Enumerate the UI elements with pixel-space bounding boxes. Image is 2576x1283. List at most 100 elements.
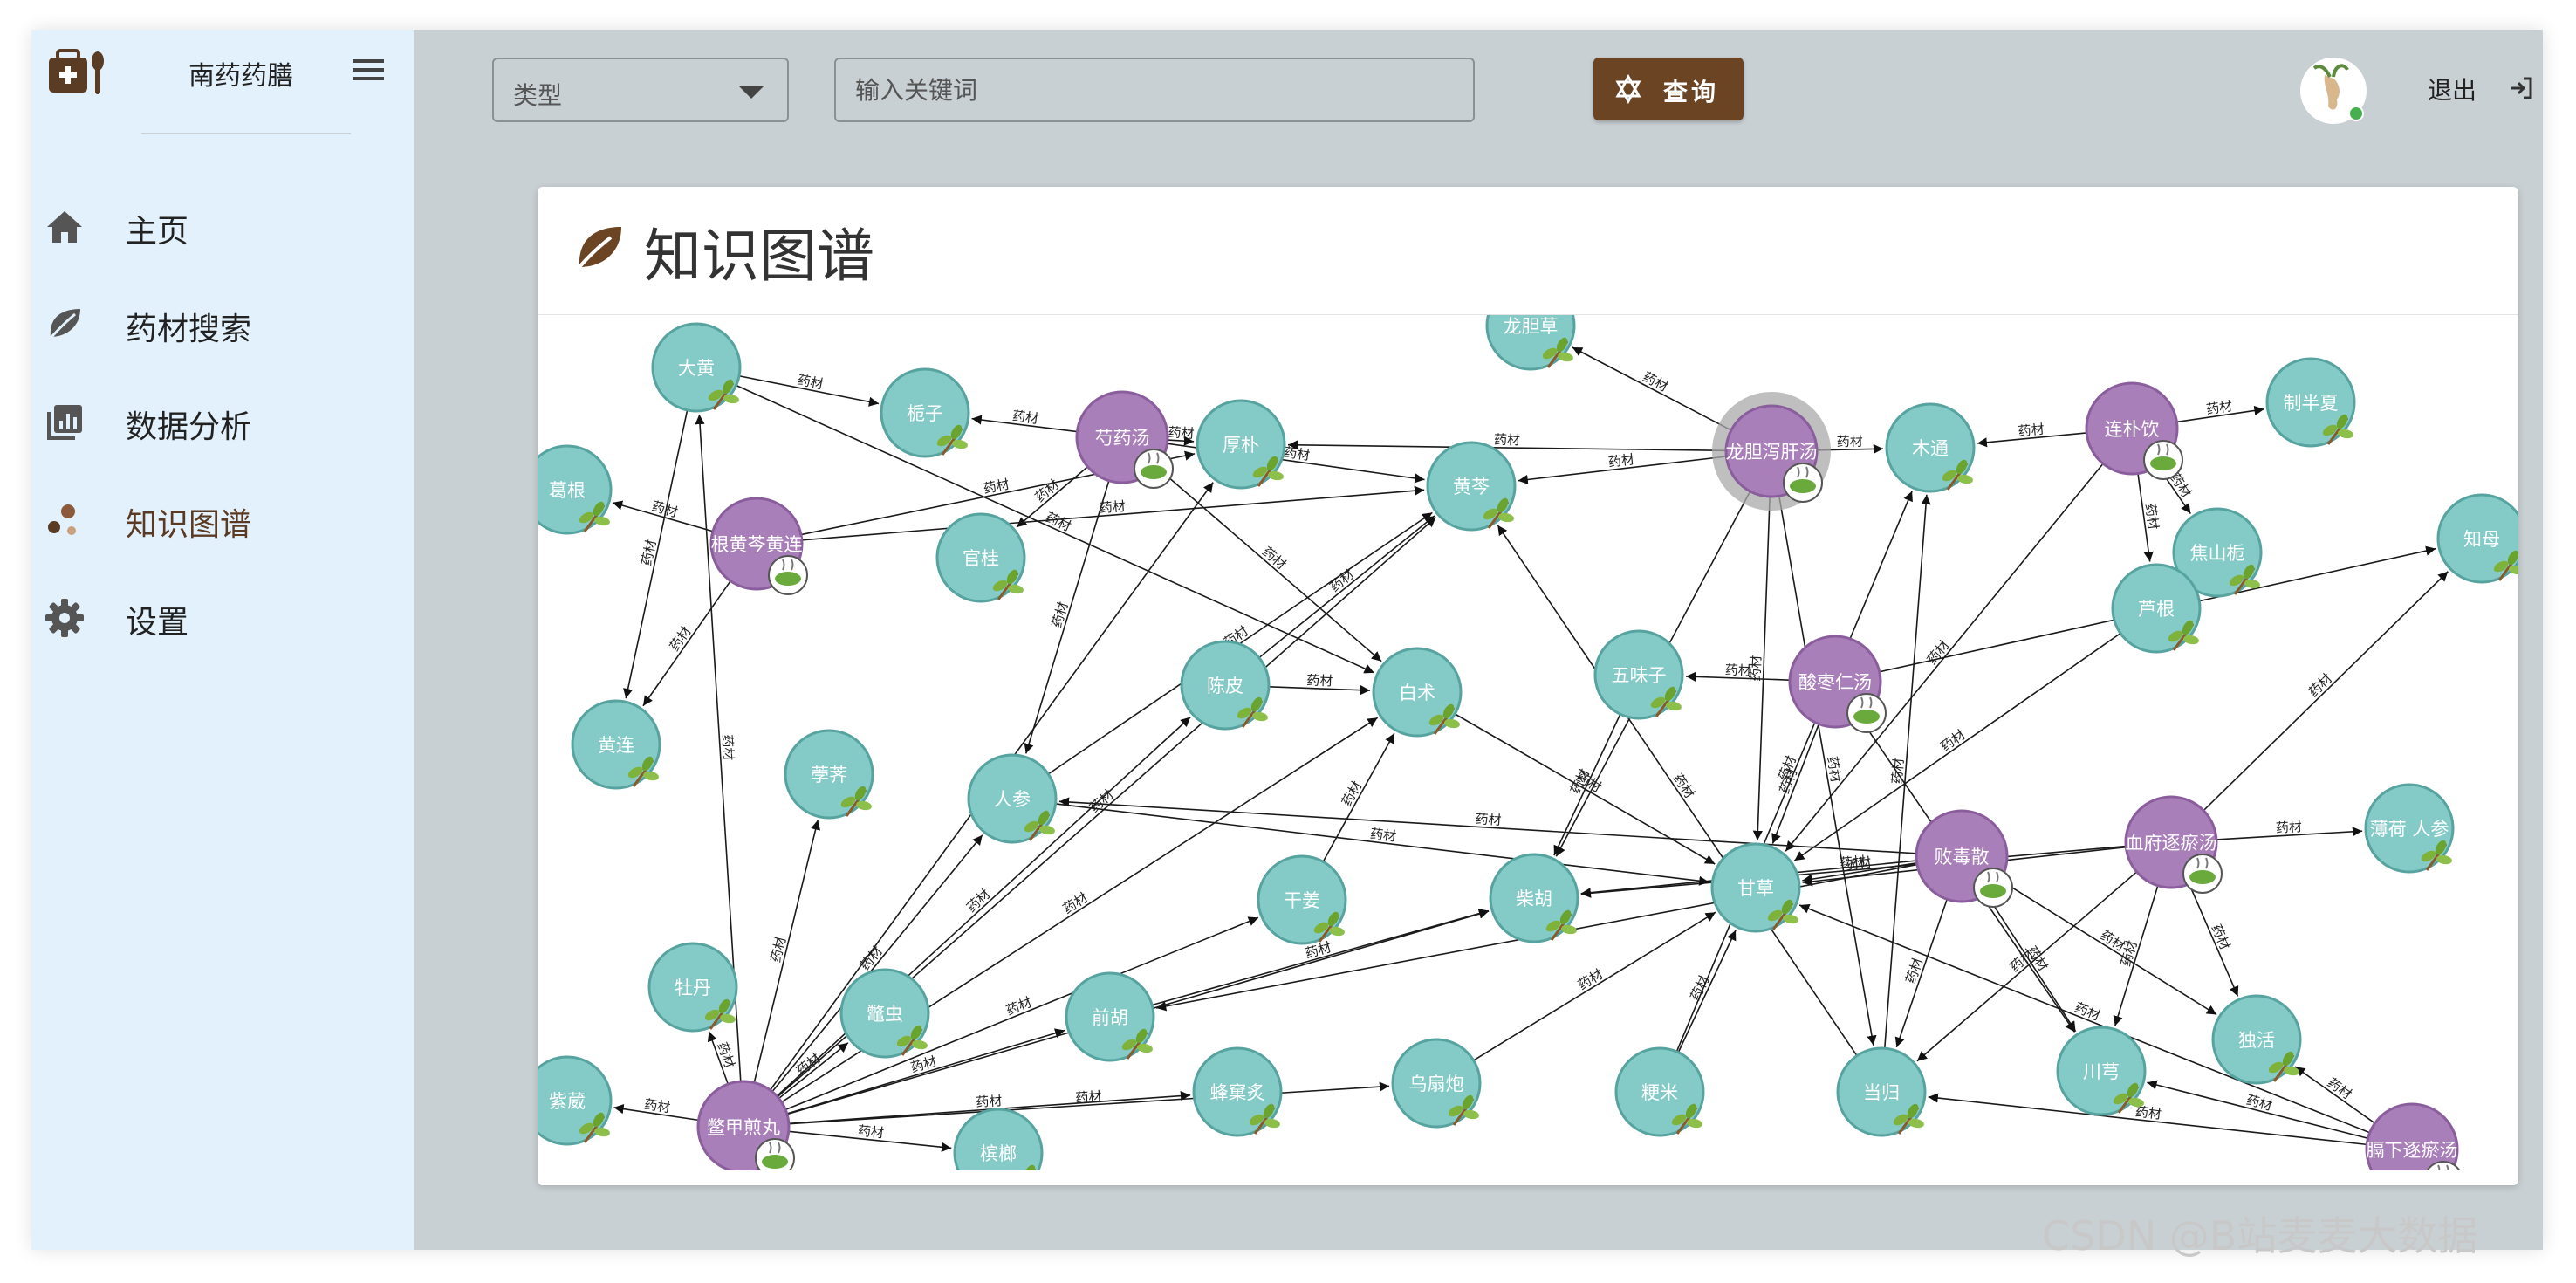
graph-node-herb[interactable]: 人参 <box>967 753 1058 844</box>
graph-edge-label: 药材 <box>2018 422 2045 440</box>
graph-edge-label: 药材 <box>1607 451 1635 470</box>
logout-label: 退出 <box>2428 76 2477 105</box>
sidebar: 南药药膳 主页 药材搜索 数据分析 知识图谱 设置 <box>31 30 414 1250</box>
graph-node-herb[interactable]: 芦根 <box>2111 563 2202 654</box>
graph-edge-label: 药材 <box>1075 1088 1102 1106</box>
graph-node-herb[interactable]: 官桂 <box>935 512 1026 603</box>
graph-node-herb[interactable]: 粳米 <box>1614 1046 1705 1137</box>
graph-edge-label: 药材 <box>1824 755 1844 784</box>
graph-node-formula[interactable]: 膈下逐瘀汤 <box>2365 1102 2463 1170</box>
graph-node-label: 槟榔 <box>980 1143 1017 1164</box>
graph-node-herb[interactable]: 薄荷 人参 <box>2364 783 2455 874</box>
brand: 南药药膳 <box>47 45 396 98</box>
graph-node-herb[interactable]: 甘草 <box>1710 842 1801 933</box>
graph-node-formula[interactable]: 血府逐瘀汤 <box>2124 795 2223 894</box>
graph-node-label: 制半夏 <box>2284 393 2339 414</box>
graph-node-herb[interactable]: 蜂窠炙 <box>1192 1046 1283 1137</box>
keyword-input[interactable] <box>834 58 1475 122</box>
sidebar-item-data-analysis[interactable]: 数据分析 <box>31 375 414 473</box>
herbal-bowl-icon <box>755 1138 795 1170</box>
graph-node-herb[interactable]: 槟榔 <box>953 1108 1044 1170</box>
card-header: 知识图谱 <box>538 187 2518 314</box>
graph-node-label: 黄芩 <box>1453 477 1490 497</box>
graph-node-label: 甘草 <box>1737 878 1774 899</box>
graph-node-label: 连朴饮 <box>2105 419 2160 440</box>
graph-node-label: 栀子 <box>907 403 943 424</box>
hamburger-menu-icon[interactable] <box>349 52 387 87</box>
graph-icon <box>48 504 76 535</box>
graph-edge-label: 药材 <box>1924 637 1953 668</box>
graph-node-herb[interactable]: 黄芩 <box>1426 441 1517 532</box>
graph-node-formula[interactable]: 连朴饮 <box>2085 381 2183 480</box>
graph-node-formula[interactable]: 芍药汤 <box>1075 390 1174 489</box>
graph-node-herb[interactable]: 独活 <box>2211 994 2302 1085</box>
graph-node-herb[interactable]: 知母 <box>2436 493 2518 584</box>
graph-node-herb[interactable]: 牡丹 <box>647 942 738 1033</box>
graph-node-herb[interactable]: 龙胆草 <box>1485 315 1576 371</box>
graph-node-herb[interactable]: 厚朴 <box>1196 399 1286 490</box>
graph-edge-label: 药材 <box>908 1053 938 1076</box>
graph-edge-label: 药材 <box>793 1050 824 1079</box>
graph-node-herb[interactable]: 当归 <box>1836 1046 1927 1137</box>
graph-edge-label: 药材 <box>1837 434 1863 450</box>
graph-node-herb[interactable]: 制半夏 <box>2265 357 2356 448</box>
graph-node-herb[interactable]: 陈皮 <box>1180 640 1271 731</box>
graph-svg[interactable]: 药材药材药材药材药材药材药材药材药材药材药材药材药材药材药材药材药材药材 药材药材… <box>538 315 2518 1170</box>
graph-edge-label: 药材 <box>639 539 660 567</box>
graph-node-label: 知母 <box>2463 529 2500 550</box>
graph-node-herb[interactable]: 栀子 <box>880 367 970 458</box>
graph-node-herb[interactable]: 大黄 <box>651 322 742 413</box>
sidebar-item-herb-search[interactable]: 药材搜索 <box>31 278 414 375</box>
graph-node-herb[interactable]: 荸荠 <box>784 729 874 820</box>
graph-node-label: 荸荠 <box>811 765 847 786</box>
sidebar-item-home[interactable]: 主页 <box>31 180 414 278</box>
graph-node-formula[interactable]: 败毒散 <box>1915 809 2013 908</box>
graph-node-herb[interactable]: 五味子 <box>1593 629 1684 720</box>
graph-node-herb[interactable]: 柴胡 <box>1489 853 1579 943</box>
herbal-bowl-icon <box>768 555 808 595</box>
graph-node-label: 薄荷 人参 <box>2370 819 2449 840</box>
graph-node-herb[interactable]: 木通 <box>1885 402 1976 493</box>
graph-edge-label: 药材 <box>1259 544 1289 573</box>
chart-icon <box>47 405 82 440</box>
graph-node-label: 干姜 <box>1284 890 1320 911</box>
graph-node-label: 龙胆草 <box>1504 316 1559 337</box>
graph-node-herb[interactable]: 前胡 <box>1065 971 1155 1062</box>
query-button[interactable]: 查询 <box>1593 58 1744 120</box>
sidebar-item-settings[interactable]: 设置 <box>31 571 414 669</box>
graph-node-herb[interactable]: 鼈虫 <box>839 968 930 1059</box>
graph-edge-label: 药材 <box>2244 1092 2274 1114</box>
graph-node-formula[interactable]: 龙胆泻肝汤 <box>1712 392 1831 511</box>
graph-node-label: 官桂 <box>963 548 999 569</box>
knowledge-graph-canvas[interactable]: 药材 药材 药材 药材 药材 药材 药材 药材 药材 药材 药材 药材 药材 药材 药材 药材 药材 药材 药材 药材… <box>538 314 2518 1170</box>
graph-node-label: 川芎 <box>2083 1061 2120 1082</box>
graph-edge-label: 药材 <box>1049 600 1072 629</box>
graph-node-herb[interactable]: 白术 <box>1372 647 1463 738</box>
graph-edge-label: 药材 <box>982 477 1011 497</box>
graph-node-herb[interactable]: 乌扇炮 <box>1391 1038 1482 1129</box>
sidebar-item-label: 药材搜索 <box>126 312 252 347</box>
logout-icon <box>2511 77 2532 99</box>
graph-edge-label: 药材 <box>1889 758 1907 785</box>
graph-node-herb[interactable]: 干姜 <box>1257 854 1347 945</box>
graph-node-herb[interactable]: 川芎 <box>2056 1026 2147 1116</box>
query-button-label: 查询 <box>1663 78 1720 106</box>
app-window: 南药药膳 主页 药材搜索 数据分析 知识图谱 设置 类型 输入关键词 查询 退出… <box>31 30 2543 1250</box>
nodes-layer: 大黄栀子芍药汤 厚朴 龙胆草黄芩 龙胆泻肝汤 木通 连朴饮 制半夏葛根根黄芩黄连官桂 焦山栀 知… <box>538 315 2518 1170</box>
graph-node-label: 根黄芩黄连 <box>711 534 803 555</box>
graph-node-herb[interactable]: 紫葳 <box>538 1055 613 1146</box>
sidebar-item-knowledge-graph[interactable]: 知识图谱 <box>31 473 414 571</box>
graph-edge-label: 药材 <box>1099 498 1126 516</box>
star-of-david-icon <box>1615 73 1641 105</box>
sidebar-item-label: 设置 <box>126 605 189 641</box>
graph-node-label: 白术 <box>1399 683 1435 703</box>
type-select[interactable]: 类型 <box>492 58 789 122</box>
graph-node-herb[interactable]: 黄连 <box>571 699 661 790</box>
brand-name: 南药药膳 <box>188 61 293 92</box>
avatar[interactable] <box>2299 56 2368 126</box>
graph-node-formula[interactable]: 酸枣仁汤 <box>1788 635 1887 733</box>
graph-node-formula[interactable]: 根黄芩黄连 <box>709 497 808 595</box>
graph-node-label: 膈下逐瘀汤 <box>2367 1140 2458 1161</box>
graph-node-herb[interactable]: 葛根 <box>538 444 613 535</box>
graph-edge-label: 药材 <box>1902 956 1926 985</box>
